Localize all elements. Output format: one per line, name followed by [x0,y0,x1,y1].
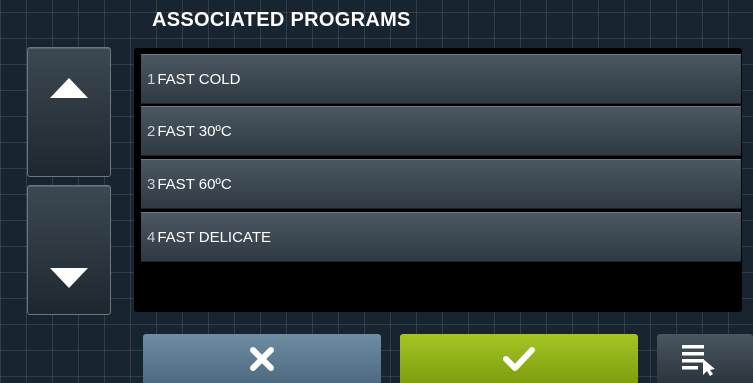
program-number: 3 [147,175,156,193]
program-name: FAST COLD [157,70,241,88]
program-item-2[interactable]: 2 FAST 30ºC [141,106,741,156]
triangle-down-icon [50,268,88,288]
scroll-down-button[interactable] [27,185,111,315]
program-name: FAST 60ºC [157,175,232,193]
page-title: ASSOCIATED PROGRAMS [152,9,411,31]
program-item-1[interactable]: 1 FAST COLD [141,54,741,104]
list-select-icon [682,344,715,376]
program-number: 4 [147,228,156,246]
program-number: 1 [147,70,156,88]
program-item-3[interactable]: 3 FAST 60ºC [141,159,741,209]
list-select-button[interactable] [657,334,753,383]
scroll-up-button[interactable] [27,47,111,177]
program-name: FAST DELICATE [157,228,271,246]
program-item-4[interactable]: 4 FAST DELICATE [141,212,741,262]
triangle-up-icon [50,78,88,98]
confirm-button[interactable] [400,334,638,383]
program-name: FAST 30ºC [157,122,232,140]
x-icon [250,346,274,371]
program-number: 2 [147,122,156,140]
checkmark-icon [503,346,535,371]
cancel-button[interactable] [143,334,381,383]
